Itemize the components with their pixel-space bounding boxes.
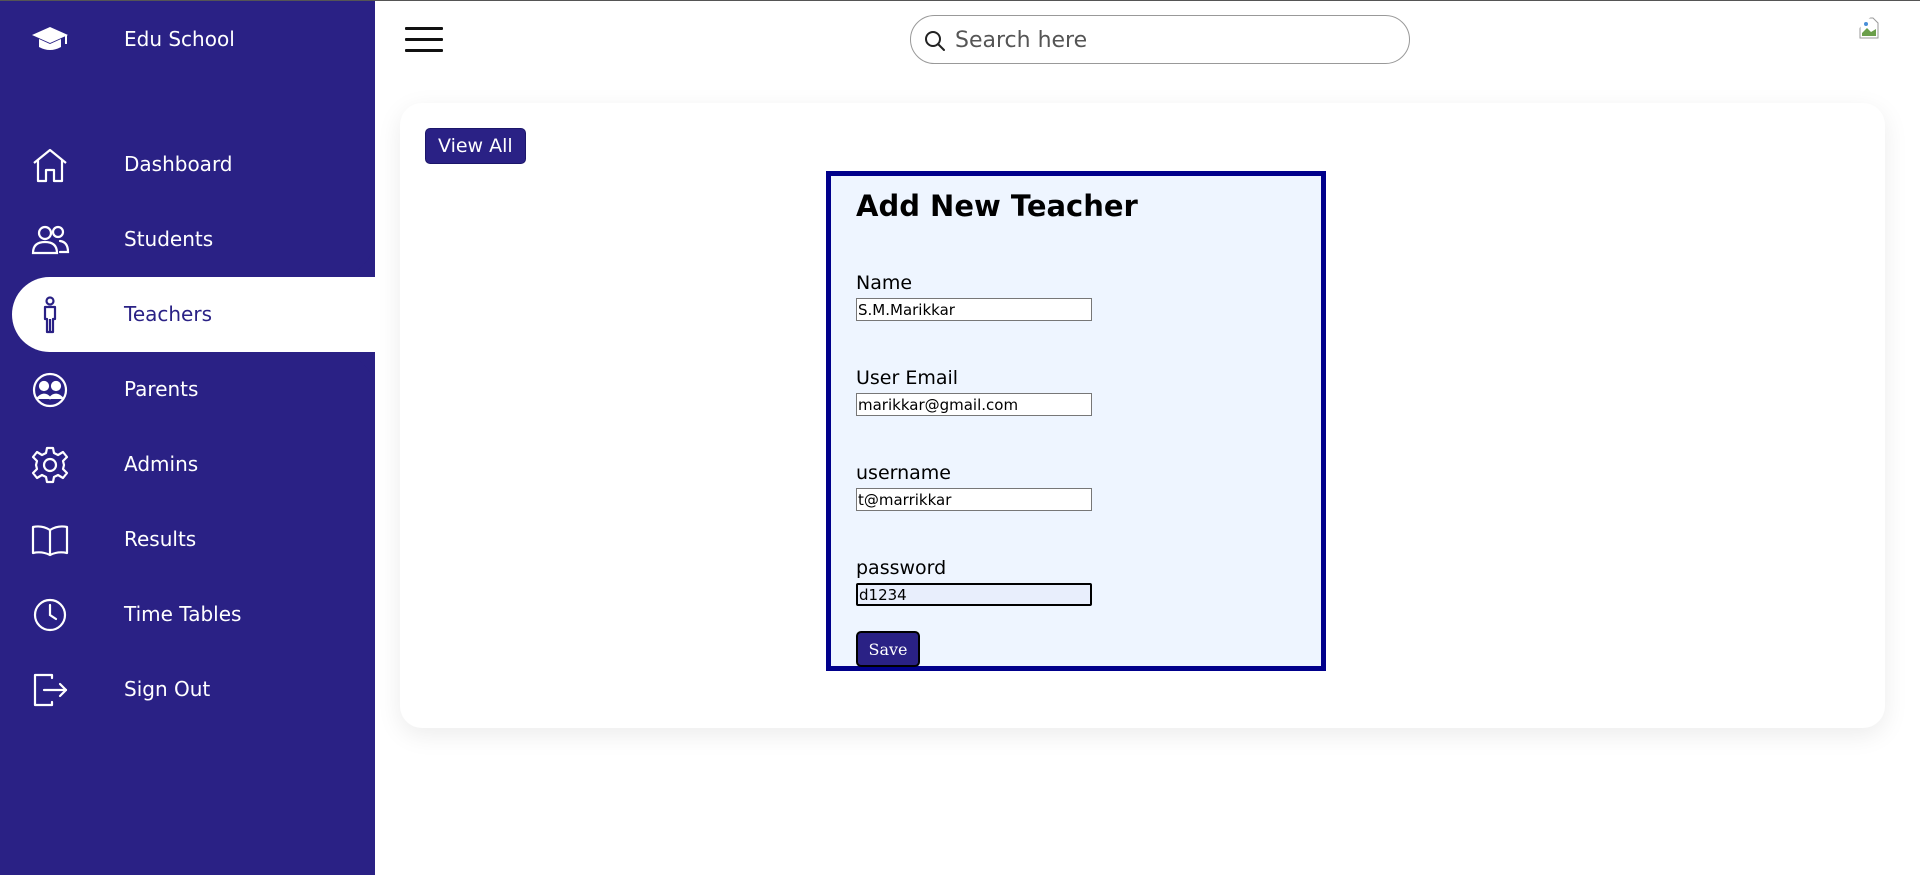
add-teacher-form: Add New Teacher Name User Email username…: [826, 171, 1326, 671]
password-label: password: [856, 557, 947, 579]
hamburger-line: [405, 27, 443, 30]
person-icon: [43, 296, 57, 334]
main-content: View All Add New Teacher Name User Email…: [375, 1, 1920, 875]
avatar[interactable]: [1857, 15, 1905, 63]
menu-toggle-button[interactable]: [405, 27, 443, 53]
home-icon: [33, 148, 67, 183]
sidebar-item-label: Admins: [124, 452, 199, 476]
sidebar-item-dashboard[interactable]: Dashboard: [0, 127, 375, 202]
sidebar-item-label: Sign Out: [124, 677, 211, 701]
sidebar-item-sign-out[interactable]: Sign Out: [0, 652, 375, 727]
sidebar-item-time-tables[interactable]: Time Tables: [0, 577, 375, 652]
sidebar-item-admins[interactable]: Admins: [0, 427, 375, 502]
search-icon: [925, 31, 945, 51]
sidebar-item-parents[interactable]: Parents: [0, 352, 375, 427]
username-label: username: [856, 462, 951, 484]
sidebar-item-results[interactable]: Results: [0, 502, 375, 577]
email-label: User Email: [856, 367, 959, 389]
email-field[interactable]: [856, 393, 1092, 416]
sidebar-item-teachers[interactable]: Teachers: [12, 277, 375, 352]
sidebar-item-label: Time Tables: [124, 602, 242, 626]
search-input[interactable]: [955, 24, 1395, 56]
sidebar-item-label: Dashboard: [124, 152, 233, 176]
sidebar-nav: Dashboard Students Teachers Parents Admi…: [0, 127, 375, 727]
content-card: View All Add New Teacher Name User Email…: [400, 103, 1885, 728]
sidebar-item-label: Teachers: [124, 302, 212, 326]
logout-icon: [33, 673, 68, 707]
password-field[interactable]: [856, 583, 1092, 606]
clock-icon: [33, 598, 67, 632]
hamburger-line: [405, 38, 443, 41]
gear-icon: [31, 446, 69, 484]
sidebar-item-students[interactable]: Students: [0, 202, 375, 277]
brand[interactable]: Edu School: [0, 1, 375, 79]
name-field[interactable]: [856, 298, 1092, 321]
view-all-button[interactable]: View All: [425, 128, 526, 164]
hamburger-line: [405, 49, 443, 52]
form-title: Add New Teacher: [856, 189, 1138, 223]
sidebar-item-label: Results: [124, 527, 197, 551]
broken-image-icon: [1859, 17, 1879, 39]
book-icon: [31, 525, 69, 557]
name-label: Name: [856, 272, 913, 294]
search-bar[interactable]: [910, 15, 1410, 64]
sidebar-item-label: Students: [124, 227, 214, 251]
sidebar-item-label: Parents: [124, 377, 199, 401]
people-circle-icon: [32, 372, 68, 408]
graduation-cap-icon: [32, 27, 68, 50]
people-icon: [31, 225, 70, 255]
sidebar: Edu School Dashboard Students Teachers P…: [0, 1, 375, 875]
save-button[interactable]: Save: [856, 631, 920, 667]
app-root: Edu School Dashboard Students Teachers P…: [0, 0, 1920, 875]
username-field[interactable]: [856, 488, 1092, 511]
brand-name: Edu School: [124, 27, 235, 51]
